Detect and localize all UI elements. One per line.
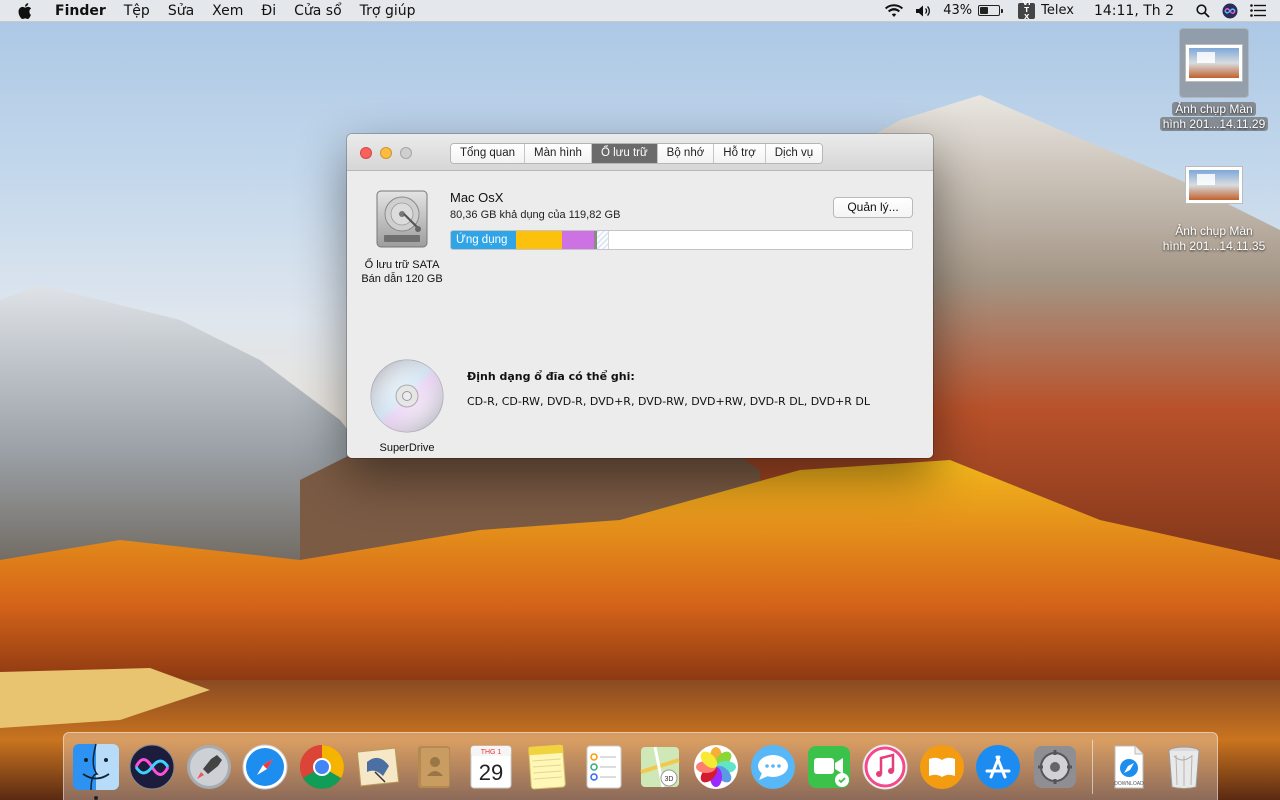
clock[interactable]: 14:11, Th 2 xyxy=(1094,3,1174,19)
safari-icon[interactable] xyxy=(240,742,290,792)
menu-edit[interactable]: Sửa xyxy=(159,0,203,22)
downloads-stack-icon[interactable]: DOWNLOAD xyxy=(1103,742,1153,792)
storage-segment-purple[interactable] xyxy=(562,231,594,249)
screenshot-thumbnail-icon xyxy=(1179,150,1249,220)
close-window-button[interactable] xyxy=(360,147,372,159)
zoom-window-button[interactable] xyxy=(400,147,412,159)
menu-go[interactable]: Đi xyxy=(252,0,285,22)
menu-bar: Finder Tệp Sửa Xem Đi Cửa sổ Trợ giúp 43… xyxy=(0,0,1280,22)
disk-capacity-label: Bán dẫn 120 GB xyxy=(361,273,443,285)
contacts-icon[interactable] xyxy=(409,742,459,792)
desktop-file-label-line1: Ảnh chụp Màn xyxy=(1172,102,1256,116)
system-preferences-icon[interactable] xyxy=(1030,742,1080,792)
running-indicator xyxy=(94,795,98,800)
dock-separator xyxy=(1092,739,1094,794)
volume-name: Mac OsX xyxy=(450,190,504,205)
app-store-icon[interactable] xyxy=(973,742,1023,792)
finder-icon[interactable] xyxy=(71,742,121,800)
itunes-icon[interactable] xyxy=(860,742,910,792)
disk-type-label: Ổ lưu trữ SATA xyxy=(364,259,440,271)
downloads-label: DOWNLOAD xyxy=(1114,781,1144,787)
burn-formats-title: Định dạng ổ đĩa có thể ghi: xyxy=(467,370,635,383)
mail-icon[interactable] xyxy=(353,742,403,792)
menu-help[interactable]: Trợ giúp xyxy=(351,0,425,22)
input-source-badge-text: VI TX xyxy=(1022,0,1031,21)
launchpad-icon[interactable] xyxy=(184,742,234,792)
battery-icon[interactable] xyxy=(978,5,1004,16)
manage-storage-button[interactable]: Quản lý... xyxy=(833,197,913,218)
messages-icon[interactable] xyxy=(748,742,798,792)
tab-service[interactable]: Dịch vụ xyxy=(765,144,823,163)
burn-formats-list: CD-R, CD-RW, DVD-R, DVD+R, DVD-RW, DVD+R… xyxy=(467,395,871,408)
disk-caption: Ổ lưu trữ SATA Bán dẫn 120 GB xyxy=(347,258,457,286)
desktop-file-label-line2: hình 201...14.11.35 xyxy=(1162,239,1266,253)
apple-menu-icon[interactable] xyxy=(14,0,36,22)
volume-icon[interactable] xyxy=(915,4,931,18)
siri-icon[interactable] xyxy=(127,742,177,792)
battery-level xyxy=(980,7,989,14)
minimize-window-button[interactable] xyxy=(380,147,392,159)
notification-center-icon[interactable] xyxy=(1250,4,1266,17)
desktop-file-label-line2: hình 201...14.11.29 xyxy=(1159,117,1269,131)
tab-memory[interactable]: Bộ nhớ xyxy=(657,144,715,163)
desktop-file-label: Ảnh chụp Màn hình 201...14.11.35 xyxy=(1149,224,1279,254)
segmented-tabs: Tổng quan Màn hình Ổ lưu trữ Bộ nhớ Hỗ t… xyxy=(450,143,824,164)
photos-icon[interactable] xyxy=(691,742,741,792)
facetime-icon[interactable] xyxy=(804,742,854,792)
window-controls xyxy=(360,147,420,159)
desktop-file-label: Ảnh chụp Màn hình 201...14.11.29 xyxy=(1149,102,1279,132)
menu-file[interactable]: Tệp xyxy=(115,0,159,22)
dock: THG 1 29 3D DOWNLOAD xyxy=(63,732,1218,800)
storage-segment-apps[interactable]: Ứng dụng xyxy=(451,231,516,249)
calendar-day-label: 29 xyxy=(478,760,502,785)
screenshot-thumbnail-icon xyxy=(1179,28,1249,98)
spotlight-search-icon[interactable] xyxy=(1196,3,1210,18)
calendar-month-label: THG 1 xyxy=(480,749,501,756)
volume-available-space: 80,36 GB khả dụng của 119,82 GB xyxy=(450,209,621,221)
wifi-icon[interactable] xyxy=(885,3,904,18)
desktop-file-screenshot-1[interactable]: Ảnh chụp Màn hình 201...14.11.29 xyxy=(1149,28,1279,132)
storage-pane: Ổ lưu trữ SATA Bán dẫn 120 GB Mac OsX 80… xyxy=(347,172,933,458)
siri-menu-icon[interactable] xyxy=(1222,3,1238,19)
notes-icon[interactable] xyxy=(522,742,572,792)
storage-usage-bar[interactable]: Ứng dụng xyxy=(450,230,913,250)
hard-drive-icon xyxy=(374,190,430,248)
superdrive-caption: SuperDrive xyxy=(379,442,435,454)
maps-icon[interactable]: 3D xyxy=(635,742,685,792)
cd-disc-icon xyxy=(369,358,445,434)
storage-segment-yellow[interactable] xyxy=(516,231,562,249)
calendar-icon[interactable]: THG 1 29 xyxy=(466,742,516,792)
input-method-label[interactable]: Telex xyxy=(1041,3,1074,18)
window-titlebar[interactable]: Tổng quan Màn hình Ổ lưu trữ Bộ nhớ Hỗ t… xyxy=(347,134,933,171)
trash-icon[interactable] xyxy=(1159,742,1209,792)
tab-overview[interactable]: Tổng quan xyxy=(451,144,525,163)
chrome-icon[interactable] xyxy=(297,742,347,792)
tab-storage[interactable]: Ổ lưu trữ xyxy=(591,144,658,163)
superdrive-block: SuperDrive xyxy=(347,358,467,454)
tab-displays[interactable]: Màn hình xyxy=(525,144,592,163)
menu-app-finder[interactable]: Finder xyxy=(46,0,115,22)
maps-3d-badge: 3D xyxy=(664,776,673,783)
input-source-badge[interactable]: VI TX xyxy=(1018,0,1036,21)
about-this-mac-window: Tổng quan Màn hình Ổ lưu trữ Bộ nhớ Hỗ t… xyxy=(347,134,933,458)
menu-view[interactable]: Xem xyxy=(203,0,252,22)
reminders-icon[interactable] xyxy=(579,742,629,792)
tab-support[interactable]: Hỗ trợ xyxy=(714,144,766,163)
desktop-file-screenshot-2[interactable]: Ảnh chụp Màn hình 201...14.11.35 xyxy=(1149,150,1279,254)
desktop-file-label-line1: Ảnh chụp Màn xyxy=(1175,224,1253,238)
ibooks-icon[interactable] xyxy=(917,742,967,792)
battery-percent[interactable]: 43% xyxy=(943,3,972,18)
disk-block: Ổ lưu trữ SATA Bán dẫn 120 GB xyxy=(347,190,457,286)
menu-window[interactable]: Cửa sổ xyxy=(285,0,351,22)
storage-segment-striped[interactable] xyxy=(597,231,609,249)
